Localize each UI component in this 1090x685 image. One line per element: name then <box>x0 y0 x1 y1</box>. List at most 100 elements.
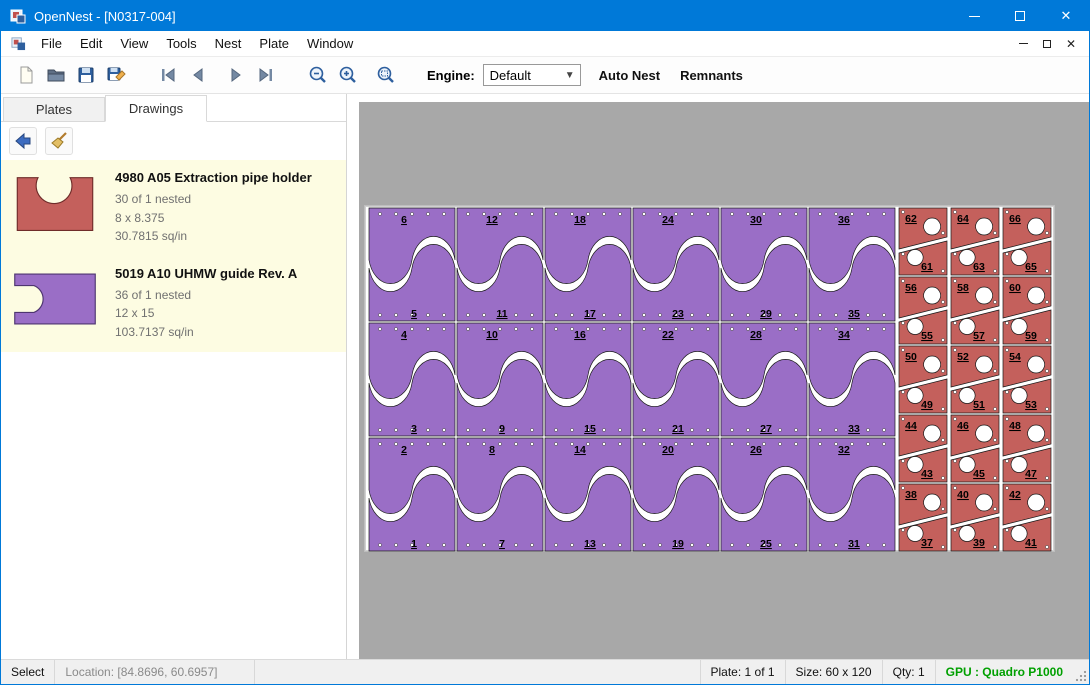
auto-nest-button[interactable]: Auto Nest <box>589 62 670 89</box>
previous-plate-button[interactable] <box>183 60 213 90</box>
arrow-left-icon <box>13 131 33 151</box>
part-number: 56 <box>905 282 917 294</box>
plate[interactable]: 6512111817242330293635431091615222128273… <box>365 206 1054 551</box>
red-cell: 58 57 <box>951 277 999 344</box>
part-number: 57 <box>973 330 985 342</box>
close-icon: ✕ <box>1061 8 1072 24</box>
nav-last-icon <box>256 65 276 85</box>
red-cell: 5251 <box>951 346 999 413</box>
save-button[interactable] <box>71 60 101 90</box>
part-dimensions: 8 x 8.375 <box>115 209 338 228</box>
part-number: 1 <box>411 538 417 550</box>
mdi-minimize-button[interactable] <box>1011 34 1035 54</box>
first-plate-button[interactable] <box>153 60 183 90</box>
red-cell: 4645 <box>951 415 999 482</box>
part-number: 65 <box>1025 261 1037 273</box>
part-number: 11 <box>496 308 507 320</box>
part-number: 51 <box>973 399 985 411</box>
red-cell: 66 65 <box>1003 208 1051 275</box>
menu-window[interactable]: Window <box>298 32 362 55</box>
menu-tools[interactable]: Tools <box>157 32 205 55</box>
nest-canvas[interactable]: 6512111817242330293635431091615222128273… <box>359 102 1089 659</box>
last-plate-button[interactable] <box>251 60 281 90</box>
part-number: 59 <box>1025 330 1037 342</box>
toolbar: Engine: Default ▼ Auto Nest Remnants <box>1 57 1089 94</box>
tab-drawings[interactable]: Drawings <box>105 95 207 122</box>
engine-selected-value: Default <box>490 68 531 83</box>
clear-button[interactable] <box>45 127 73 155</box>
menu-nest[interactable]: Nest <box>206 32 251 55</box>
mdi-restore-icon <box>1043 40 1051 48</box>
minimize-button[interactable] <box>951 1 997 31</box>
menu-view[interactable]: View <box>111 32 157 55</box>
remnants-button[interactable]: Remnants <box>670 62 753 89</box>
red-cell: 4039 <box>951 484 999 551</box>
purple-cell: 12 11 <box>457 208 543 321</box>
engine-label: Engine: <box>427 68 475 83</box>
save-as-button[interactable] <box>101 60 131 90</box>
sidebar: Plates Drawings <box>1 94 347 659</box>
purple-cell: 2423 <box>633 208 719 321</box>
purple-cell: 1413 <box>545 438 631 551</box>
new-button[interactable] <box>11 60 41 90</box>
part-number: 58 <box>957 282 969 294</box>
plate-qty: Qty: 1 <box>882 660 935 684</box>
purple-cell: 2827 <box>721 323 807 436</box>
resize-grip[interactable] <box>1073 668 1087 682</box>
part-number: 15 <box>584 423 596 435</box>
mdi-close-button[interactable]: ✕ <box>1059 34 1083 54</box>
menu-file[interactable]: File <box>32 32 71 55</box>
purple-cell: 3231 <box>809 438 895 551</box>
save-as-icon <box>106 65 126 85</box>
sidebar-tabs: Plates Drawings <box>1 94 346 122</box>
zoom-out-button[interactable] <box>303 60 333 90</box>
part-number: 44 <box>905 420 917 432</box>
part-number: 3 <box>411 423 417 435</box>
list-item[interactable]: 5019 A10 UHMW guide Rev. A 36 of 1 neste… <box>1 256 346 352</box>
tab-plates[interactable]: Plates <box>3 97 105 121</box>
canvas-area: 6512111817242330293635431091615222128273… <box>347 94 1089 659</box>
window-title: OpenNest - [N0317-004] <box>34 9 176 24</box>
next-plate-button[interactable] <box>221 60 251 90</box>
assign-back-button[interactable] <box>9 127 37 155</box>
zoom-fit-button[interactable] <box>371 60 401 90</box>
close-button[interactable]: ✕ <box>1043 1 1089 31</box>
part-number: 66 <box>1009 213 1021 225</box>
part-number: 64 <box>957 213 969 225</box>
part-number: 12 <box>486 214 498 226</box>
part-number: 33 <box>848 423 860 435</box>
mdi-restore-button[interactable] <box>1035 34 1059 54</box>
part-number: 61 <box>921 261 933 273</box>
open-button[interactable] <box>41 60 71 90</box>
part-thumbnail-uhmw-guide <box>9 268 101 330</box>
purple-cell: 43 <box>369 323 455 436</box>
part-number: 60 <box>1009 282 1021 294</box>
engine-select[interactable]: Default ▼ <box>483 64 581 86</box>
part-title: 5019 A10 UHMW guide Rev. A <box>115 266 338 281</box>
menu-plate[interactable]: Plate <box>250 32 298 55</box>
red-cell: 5453 <box>1003 346 1051 413</box>
list-item[interactable]: 4980 A05 Extraction pipe holder 30 of 1 … <box>1 160 346 256</box>
part-number: 49 <box>921 399 933 411</box>
plate-count: Plate: 1 of 1 <box>700 660 785 684</box>
menu-edit[interactable]: Edit <box>71 32 111 55</box>
part-number: 14 <box>574 444 586 456</box>
part-nested-count: 30 of 1 nested <box>115 190 338 209</box>
part-number: 20 <box>662 444 674 456</box>
purple-cell: 87 <box>457 438 543 551</box>
part-number: 54 <box>1009 351 1021 363</box>
part-number: 39 <box>973 537 985 549</box>
purple-cell: 2019 <box>633 438 719 551</box>
save-icon <box>76 65 96 85</box>
nest-plate-svg[interactable]: 6512111817242330293635431091615222128273… <box>366 207 1055 552</box>
zoom-in-button[interactable] <box>333 60 363 90</box>
part-number: 2 <box>401 444 407 456</box>
zoom-in-icon <box>338 65 358 85</box>
part-number: 34 <box>838 329 850 341</box>
part-number: 50 <box>905 351 917 363</box>
purple-cell: 1615 <box>545 323 631 436</box>
gpu-indicator: GPU : Quadro P1000 <box>935 660 1073 684</box>
part-thumbnail-extraction-pipe-holder <box>9 172 101 238</box>
maximize-button[interactable] <box>997 1 1043 31</box>
part-number: 28 <box>750 329 762 341</box>
